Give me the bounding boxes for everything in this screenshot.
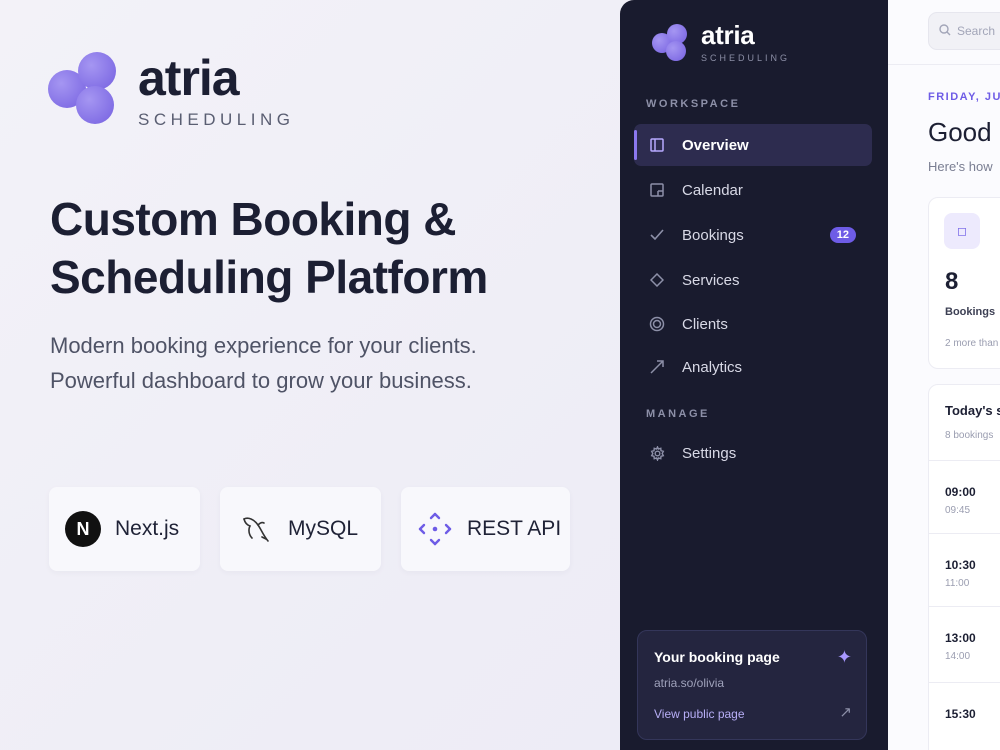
sidebar-item-label: Calendar [682,181,743,199]
section-label-manage: MANAGE [646,408,710,420]
sidebar-item-clients[interactable]: Clients [634,303,872,345]
sidebar-item-settings[interactable]: Settings [634,432,872,474]
slot-end: 11:00 [945,578,970,589]
booking-page-card: Your booking page ✦ atria.so/olivia View… [637,630,867,740]
schedule-slot[interactable]: 10:30 11:00 [929,533,1000,606]
sidebar-item-label: Analytics [682,358,743,376]
schedule-subtitle: 8 bookings [945,430,994,441]
booking-page-url: atria.so/olivia [654,676,725,690]
slot-start: 10:30 [945,558,976,572]
sidebar-item-label: Bookings [682,226,744,244]
tech-label: Next.js [115,517,180,540]
mysql-dolphin-icon [238,511,274,547]
hero-brand: atria SCHEDULING [138,50,294,130]
sidebar-brand: atria SCHEDULING [701,19,790,63]
nextjs-icon: N [65,511,101,547]
logo-blob [666,41,686,61]
sidebar-item-label: Services [682,271,740,289]
sidebar-item-services[interactable]: Services [634,259,872,301]
bookings-count-badge: 12 [829,227,856,243]
hero-title-line: Scheduling Platform [50,251,488,303]
api-icon [417,511,453,547]
search-placeholder: Search [957,24,996,38]
current-date: FRIDAY, JU [928,91,1000,103]
greeting-title: Good [928,117,992,147]
schedule-slot[interactable]: 15:30 [929,682,1000,750]
calendar-icon [648,181,666,199]
hero-description: Modern booking experience for your clien… [50,333,477,393]
schedule-slot[interactable]: 13:00 14:00 [929,606,1000,679]
hero-title-line: Custom Booking & [50,193,456,245]
logo-blob [78,52,116,90]
stat-comparison: 2 more than [945,338,999,349]
sidebar: atria SCHEDULING WORKSPACE Overview Cale… [620,0,888,750]
search-icon [939,23,951,39]
tech-label: REST API [467,517,562,540]
brand-subtitle: SCHEDULING [701,53,791,63]
atria-logo [48,52,118,124]
schedule-slot[interactable]: 09:00 09:45 [929,460,1000,533]
square-icon: ◻ [944,213,980,249]
sidebar-item-label: Clients [682,315,728,333]
sidebar-logo [652,24,688,61]
clients-icon [648,315,666,333]
schedule-title: Today's s [945,403,1000,418]
gear-icon [648,444,666,462]
sparkle-icon: ✦ [836,647,852,667]
sidebar-item-label: Settings [682,444,737,462]
tech-card-rest-api: REST API [401,487,570,571]
view-public-page-link[interactable]: View public page [654,707,745,721]
booking-page-title: Your booking page [654,649,780,665]
slot-start: 13:00 [945,631,976,645]
section-label-workspace: WORKSPACE [646,98,741,110]
tech-label: MySQL [288,517,359,540]
brand-name: atria [701,20,755,50]
greeting-subtitle: Here's how [928,159,993,174]
tech-card-mysql: MySQL [220,487,381,571]
slot-end: 09:45 [945,505,971,516]
sidebar-item-overview[interactable]: Overview [634,124,872,166]
stat-value: 8 [945,268,959,295]
sidebar-item-calendar[interactable]: Calendar [634,169,872,211]
bookings-stat-card[interactable]: ◻ 8 Bookings 2 more than [928,197,1000,369]
trend-icon [648,358,666,376]
search-input[interactable]: Search [928,12,1000,50]
todays-schedule-card: Today's s 8 bookings 09:00 09:45 10:30 1… [928,384,1000,750]
logo-blob [76,86,114,124]
main-panel: Search FRIDAY, JU Good Here's how ◻ 8 Bo… [888,0,1000,750]
stat-label: Bookings [945,306,996,318]
slot-end: 14:00 [945,651,971,662]
tech-card-nextjs: N Next.js [49,487,200,571]
external-arrow-icon[interactable]: ↗ [839,703,852,721]
slot-start: 09:00 [945,485,976,499]
sidebar-item-analytics[interactable]: Analytics [634,346,872,388]
check-icon [648,226,666,244]
diamond-icon [648,271,666,289]
sidebar-item-bookings[interactable]: Bookings 12 [634,214,872,256]
topbar: Search [888,0,1000,65]
sidebar-item-label: Overview [682,136,749,154]
overview-icon [648,136,666,154]
slot-start: 15:30 [945,707,976,721]
brand-subtitle: SCHEDULING [138,110,295,129]
brand-name: atria [138,50,240,106]
hero-title: Custom Booking & Scheduling Platform [50,190,570,306]
